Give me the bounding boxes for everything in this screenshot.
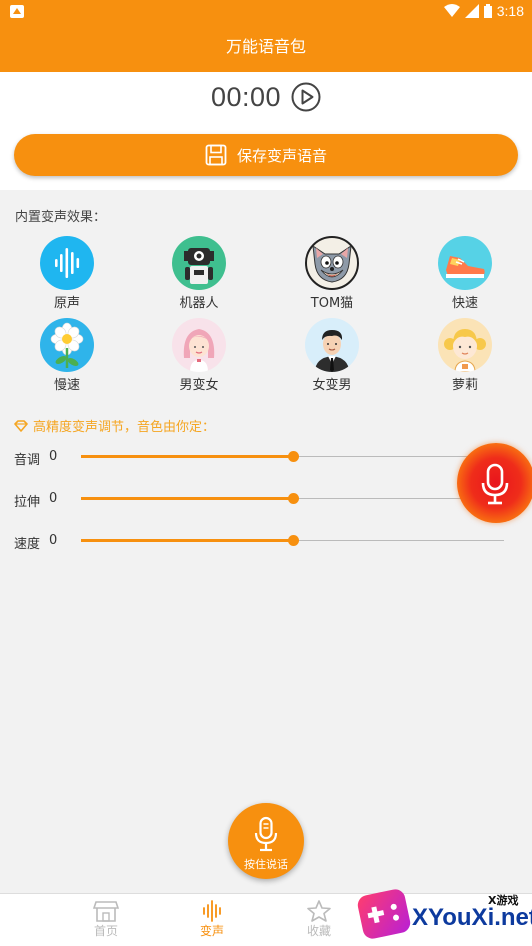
stretch-slider-row: 拉伸 0 bbox=[14, 489, 509, 510]
slider-value: 0 bbox=[49, 491, 58, 506]
page-title: 万能语音包 bbox=[0, 24, 532, 72]
effects-section-title: 内置变声效果： bbox=[15, 210, 107, 225]
gamepad-logo-icon bbox=[355, 887, 413, 941]
star-icon bbox=[307, 900, 331, 922]
effect-male-to-female[interactable]: 男变女 bbox=[159, 318, 239, 393]
effect-robot[interactable]: 机器人 bbox=[159, 236, 239, 311]
effect-tom-cat[interactable]: TOM猫 bbox=[292, 236, 372, 311]
effect-slow[interactable]: 慢速 bbox=[27, 318, 107, 393]
pitch-slider-row: 音调 0 bbox=[14, 447, 509, 468]
microphone-icon bbox=[481, 463, 509, 505]
effect-label: 机器人 bbox=[179, 296, 219, 311]
hold-to-talk-label: 按住说话 bbox=[244, 858, 288, 871]
soundwave-icon bbox=[203, 900, 221, 922]
waveform-icon bbox=[55, 248, 80, 278]
speed-slider-row: 速度 0 bbox=[14, 531, 509, 552]
girl-icon bbox=[183, 329, 215, 372]
effect-label: 男变女 bbox=[179, 378, 219, 393]
wifi-icon bbox=[443, 4, 460, 17]
effect-label: 快速 bbox=[451, 296, 478, 311]
slider-knob[interactable] bbox=[287, 451, 299, 462]
effect-label: TOM猫 bbox=[310, 296, 354, 311]
adjust-hint: 高精度变声调节，音色由你定： bbox=[14, 416, 215, 435]
robot-icon bbox=[184, 248, 214, 284]
effect-label: 原声 bbox=[53, 296, 80, 311]
slider-label: 拉伸 bbox=[14, 495, 41, 510]
status-bar: 3:18 bbox=[0, 0, 532, 24]
nav-label: 首页 bbox=[93, 924, 118, 938]
adjust-hint-text: 高精度变声调节，音色由你定： bbox=[33, 420, 216, 435]
microphone-icon bbox=[254, 816, 278, 852]
slider-label: 速度 bbox=[14, 537, 41, 552]
floating-mic-button[interactable] bbox=[457, 443, 532, 523]
speed-slider[interactable] bbox=[81, 535, 504, 546]
sneaker-icon bbox=[446, 256, 485, 278]
diamond-icon bbox=[14, 419, 28, 432]
player-card: 00:00 保存变声语音 bbox=[0, 72, 532, 190]
effect-loli[interactable]: 萝莉 bbox=[425, 318, 505, 393]
hold-to-talk-button[interactable]: 按住说话 bbox=[228, 803, 304, 879]
nav-label: 变声 bbox=[199, 924, 224, 938]
effect-label: 慢速 bbox=[53, 378, 80, 393]
play-icon[interactable] bbox=[291, 82, 321, 112]
site-watermark: X游戏 XYouXi.net bbox=[355, 887, 532, 946]
battery-icon bbox=[483, 4, 492, 18]
slider-knob[interactable] bbox=[287, 535, 299, 546]
pitch-slider[interactable] bbox=[81, 451, 504, 462]
nav-favorites[interactable]: 收藏 bbox=[289, 900, 349, 939]
effect-label: 萝莉 bbox=[451, 378, 478, 393]
status-icons: 3:18 bbox=[443, 3, 524, 19]
effect-original[interactable]: 原声 bbox=[27, 236, 107, 311]
effect-fast[interactable]: 快速 bbox=[425, 236, 505, 311]
timer-display: 00:00 bbox=[210, 81, 282, 112]
stretch-slider[interactable] bbox=[81, 493, 504, 504]
nav-voice-change[interactable]: 变声 bbox=[182, 900, 242, 939]
effect-label: 女变男 bbox=[312, 378, 352, 393]
little-girl-icon bbox=[444, 329, 486, 372]
man-icon bbox=[315, 330, 349, 372]
notification-icon bbox=[10, 5, 24, 18]
nav-home[interactable]: 首页 bbox=[76, 900, 136, 939]
floppy-disk-icon bbox=[205, 144, 227, 166]
flower-icon bbox=[50, 322, 84, 368]
nav-label: 收藏 bbox=[306, 924, 331, 938]
signal-icon bbox=[464, 4, 479, 18]
slider-knob[interactable] bbox=[287, 493, 299, 504]
watermark-text: XYouXi.net bbox=[412, 904, 532, 931]
shop-icon bbox=[93, 901, 119, 922]
slider-label: 音调 bbox=[14, 453, 41, 468]
tom-cat-icon bbox=[312, 244, 352, 283]
save-voice-button[interactable]: 保存变声语音 bbox=[14, 134, 518, 176]
slider-value: 0 bbox=[49, 449, 58, 464]
slider-value: 0 bbox=[49, 533, 58, 548]
effect-female-to-male[interactable]: 女变男 bbox=[292, 318, 372, 393]
status-time: 3:18 bbox=[496, 3, 524, 19]
save-voice-label: 保存变声语音 bbox=[236, 146, 327, 165]
